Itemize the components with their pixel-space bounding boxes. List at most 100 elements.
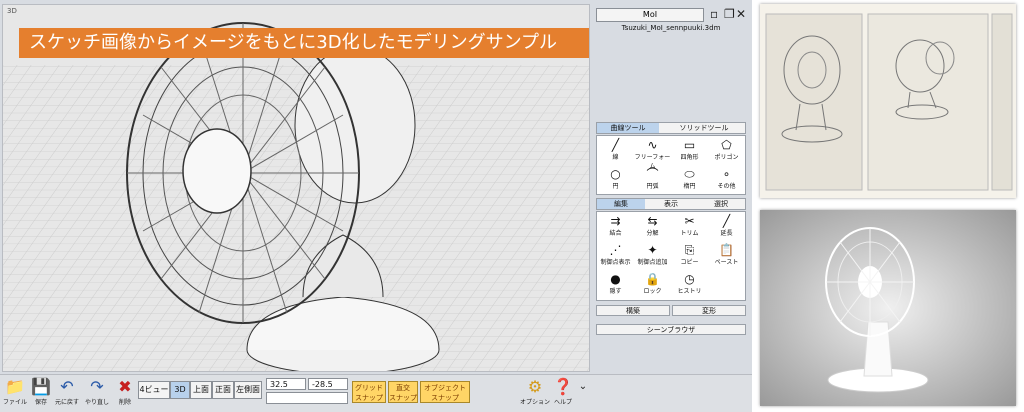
show-points-icon: ⋰: [609, 243, 622, 257]
curve-tool-label: 四角形: [680, 154, 699, 161]
view-left-button[interactable]: 左側面: [234, 381, 262, 399]
side-panel: MoI ▫ ❐ ✕ Tsuzuki_MoI_sennpuuki.3dm 曲線ツー…: [592, 4, 750, 372]
ortho-snap-button[interactable]: 直交 スナップ: [388, 381, 418, 403]
freeform-icon: ∿: [647, 138, 658, 152]
coord-z-field[interactable]: [266, 392, 348, 404]
curve-tool-arc[interactable]: ⌒ 円弧: [634, 167, 671, 191]
options-button[interactable]: ⚙ オプション: [520, 377, 550, 411]
polygon-icon: ⬠: [721, 138, 732, 152]
view-4view-button[interactable]: 4ビュー: [138, 381, 170, 399]
bottom-toolbar: 📁 ファイル 💾 保存 ↶ 元に戻す ↷ やり直し ✖ 削除 4ビュー 3D 上…: [0, 374, 752, 412]
3d-viewport[interactable]: 3D スケッチ画像からイメージをもとに3D化したモデリングサンプル: [2, 4, 590, 372]
construct-button[interactable]: 構築: [596, 305, 670, 316]
tab-view[interactable]: 表示: [647, 199, 695, 209]
edit-tool-add-point[interactable]: ✦ 制御点追加: [634, 243, 671, 267]
hide-icon: ●: [610, 272, 621, 286]
curve-tool-label: ポリゴン: [714, 154, 739, 161]
undo-icon: ↶: [60, 377, 74, 396]
curve-tool-ellipse[interactable]: ⬭ 楕円: [671, 167, 708, 191]
tool-tabs: 曲線ツール ソリッドツール: [596, 122, 746, 134]
lock-icon: 🔒: [645, 272, 660, 286]
edit-tool-label: 隠す: [609, 288, 622, 295]
edit-tools-grid: ⇉ 結合 ⇆ 分解 ✂ トリム ╱ 延長 ⋰ 制御点表示 ✦ 制御点追加 ⎘ コピー 📋 ペースト ● 隠す 🔒 ロッ…: [596, 211, 746, 301]
curve-tool-label: 楕円: [683, 183, 696, 190]
curve-tool-more[interactable]: ∘ その他: [708, 167, 745, 191]
curve-tool-polygon[interactable]: ⬠ ポリゴン: [708, 138, 745, 162]
add-point-icon: ✦: [647, 243, 658, 257]
curve-tools-grid: ╱ 線 ∿ フリーフォーム ▭ 四角形 ⬠ ポリゴン ○ 円 ⌒ 円弧 ⬭ 楕円 ∘ その他: [596, 135, 746, 195]
separate-icon: ⇆: [647, 214, 658, 228]
scene-browser-button[interactable]: シーンブラウザ: [596, 324, 746, 335]
curve-tool-label: 円: [612, 183, 619, 190]
render-illustration: [760, 210, 1016, 406]
curve-tool-line[interactable]: ╱ 線: [597, 138, 634, 162]
edit-tool-lock[interactable]: 🔒 ロック: [634, 272, 671, 296]
tab-curve-tools[interactable]: 曲線ツール: [597, 123, 659, 133]
expand-chevron-icon[interactable]: ⌄: [576, 377, 590, 411]
folder-icon: 📁: [5, 377, 25, 396]
banner-caption: スケッチ画像からイメージをもとに3D化したモデリングサンプル: [19, 28, 589, 58]
history-icon: ◷: [684, 272, 695, 286]
edit-tool-label: ペースト: [714, 259, 739, 266]
viewport-label: 3D: [7, 7, 17, 15]
ellipse-icon: ⬭: [684, 167, 695, 181]
help-button[interactable]: ❓ ヘルプ: [552, 377, 574, 411]
view-top-button[interactable]: 上面: [190, 381, 212, 399]
edit-tool-trim[interactable]: ✂ トリム: [671, 214, 708, 238]
object-snap-button[interactable]: オブジェクト スナップ: [420, 381, 470, 403]
save-icon: 💾: [31, 377, 51, 396]
edit-tool-history[interactable]: ◷ ヒストリ: [671, 272, 708, 296]
file-button[interactable]: 📁 ファイル: [2, 377, 28, 411]
extend-icon: ╱: [722, 214, 731, 228]
edit-tool-show-points[interactable]: ⋰ 制御点表示: [597, 243, 634, 267]
edit-tool-hide[interactable]: ● 隠す: [597, 272, 634, 296]
edit-tool-extend[interactable]: ╱ 延長: [708, 214, 745, 238]
edit-tool-label: 分解: [646, 230, 659, 237]
redo-icon: ↷: [90, 377, 104, 396]
render-photo: [760, 210, 1016, 406]
moi-app-window: 3D スケッチ画像からイメージをもとに3D化したモデリングサンプル 📁 ファイル…: [0, 0, 752, 412]
edit-tool-separate[interactable]: ⇆ 分解: [634, 214, 671, 238]
edit-tool-join[interactable]: ⇉ 結合: [597, 214, 634, 238]
paste-icon: 📋: [719, 243, 734, 257]
file-button-label: ファイル: [2, 399, 27, 406]
delete-button[interactable]: ✖ 削除: [112, 377, 138, 411]
close-icon[interactable]: ✕: [736, 8, 746, 20]
tab-select[interactable]: 選択: [697, 199, 745, 209]
redo-button[interactable]: ↷ やり直し: [84, 377, 110, 411]
viewport-grid: [3, 5, 589, 371]
curve-tool-circle[interactable]: ○ 円: [597, 167, 634, 191]
edit-tool-label: コピー: [680, 259, 699, 266]
tab-solid-tools[interactable]: ソリッドツール: [663, 123, 745, 133]
options-button-label: オプション: [520, 399, 551, 406]
curve-tool-rectangle[interactable]: ▭ 四角形: [671, 138, 708, 162]
edit-tool-label: 制御点追加: [637, 259, 668, 266]
sketch-photo: [760, 4, 1016, 198]
grid-snap-button[interactable]: グリッド スナップ: [352, 381, 386, 403]
coord-x-field[interactable]: 32.5: [266, 378, 306, 390]
view-3d-button[interactable]: 3D: [170, 381, 190, 399]
tab-edit[interactable]: 編集: [597, 199, 645, 209]
restore-icon[interactable]: ❐: [724, 8, 735, 20]
edit-tool-paste[interactable]: 📋 ペースト: [708, 243, 745, 267]
view-front-button[interactable]: 正面: [212, 381, 234, 399]
save-button[interactable]: 💾 保存: [28, 377, 54, 411]
edit-tabs: 編集 表示 選択: [596, 198, 746, 210]
undo-button[interactable]: ↶ 元に戻す: [54, 377, 80, 411]
coord-y-field[interactable]: -28.5: [308, 378, 348, 390]
deform-button[interactable]: 変形: [672, 305, 746, 316]
app-title-button[interactable]: MoI: [596, 8, 704, 22]
sketch-illustration: [765, 13, 1013, 191]
edit-tool-label: ロック: [643, 288, 662, 295]
delete-icon: ✖: [118, 377, 132, 396]
help-button-label: ヘルプ: [553, 399, 572, 406]
curve-tool-label: 円弧: [646, 183, 659, 190]
curve-tool-freeform[interactable]: ∿ フリーフォーム: [634, 138, 671, 170]
file-name: Tsuzuki_MoI_sennpuuki.3dm: [621, 24, 721, 32]
redo-button-label: やり直し: [84, 399, 109, 406]
edit-tool-copy[interactable]: ⎘ コピー: [671, 243, 708, 267]
minimize-icon[interactable]: ▫: [710, 8, 718, 20]
trim-icon: ✂: [684, 214, 695, 228]
edit-tool-label: トリム: [680, 230, 699, 237]
help-icon: ❓: [553, 377, 573, 396]
